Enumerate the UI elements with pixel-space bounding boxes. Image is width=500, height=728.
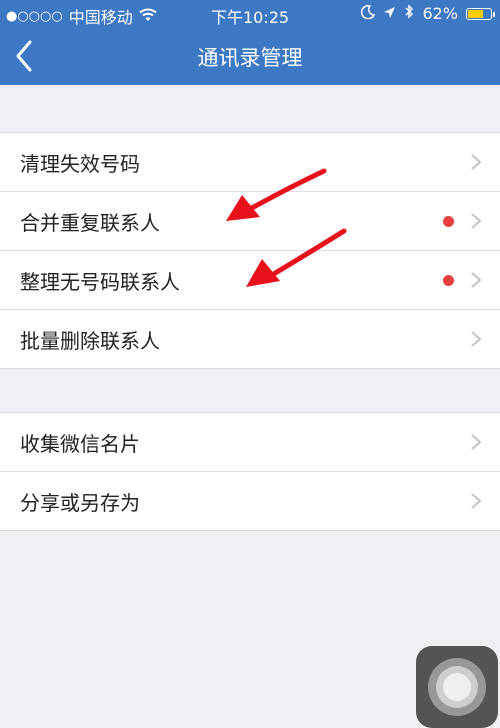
notification-dot — [443, 216, 454, 227]
battery-fill — [468, 9, 483, 18]
status-bar: ●○○○○ 中国移动 下午10:25 62% — [0, 0, 500, 28]
moon-icon — [361, 4, 376, 23]
list-item-clean-invalid[interactable]: 清理失效号码 — [0, 133, 500, 192]
list-item-label: 批量删除联系人 — [20, 329, 160, 353]
settings-group-1: 清理失效号码 合并重复联系人 整理无号码联系人 批量删除联系人 — [0, 132, 500, 369]
list-item-label: 合并重复联系人 — [20, 211, 160, 235]
chevron-right-icon — [471, 434, 482, 450]
chevron-right-icon — [471, 493, 482, 509]
battery-icon — [466, 7, 495, 20]
chevron-right-icon — [471, 272, 482, 288]
location-icon — [383, 4, 396, 23]
chevron-right-icon — [471, 213, 482, 229]
list-item-label: 清理失效号码 — [20, 152, 140, 176]
battery-percent: 62% — [422, 4, 458, 23]
notification-dot — [443, 275, 454, 286]
list-item-batch-delete[interactable]: 批量删除联系人 — [0, 310, 500, 368]
navigation-bar: 通讯录管理 — [0, 28, 500, 85]
settings-group-2: 收集微信名片 分享或另存为 — [0, 412, 500, 531]
list-item-label: 分享或另存为 — [20, 491, 140, 515]
status-right: 62% — [361, 4, 495, 23]
list-item-organize-no-number[interactable]: 整理无号码联系人 — [0, 251, 500, 310]
list-item-merge-duplicates[interactable]: 合并重复联系人 — [0, 192, 500, 251]
list-item-share-save[interactable]: 分享或另存为 — [0, 472, 500, 530]
page-title: 通讯录管理 — [197, 46, 303, 70]
list-item-wechat-cards[interactable]: 收集微信名片 — [0, 413, 500, 472]
top-bar: ●○○○○ 中国移动 下午10:25 62% 通讯录管理 — [0, 0, 500, 85]
list-item-label: 收集微信名片 — [20, 432, 140, 456]
chevron-right-icon — [471, 154, 482, 170]
chevron-right-icon — [471, 331, 482, 347]
assistive-touch-button[interactable] — [416, 646, 498, 728]
assistive-ring-inner — [443, 673, 471, 701]
bluetooth-icon — [404, 4, 414, 23]
list-item-label: 整理无号码联系人 — [20, 270, 180, 294]
